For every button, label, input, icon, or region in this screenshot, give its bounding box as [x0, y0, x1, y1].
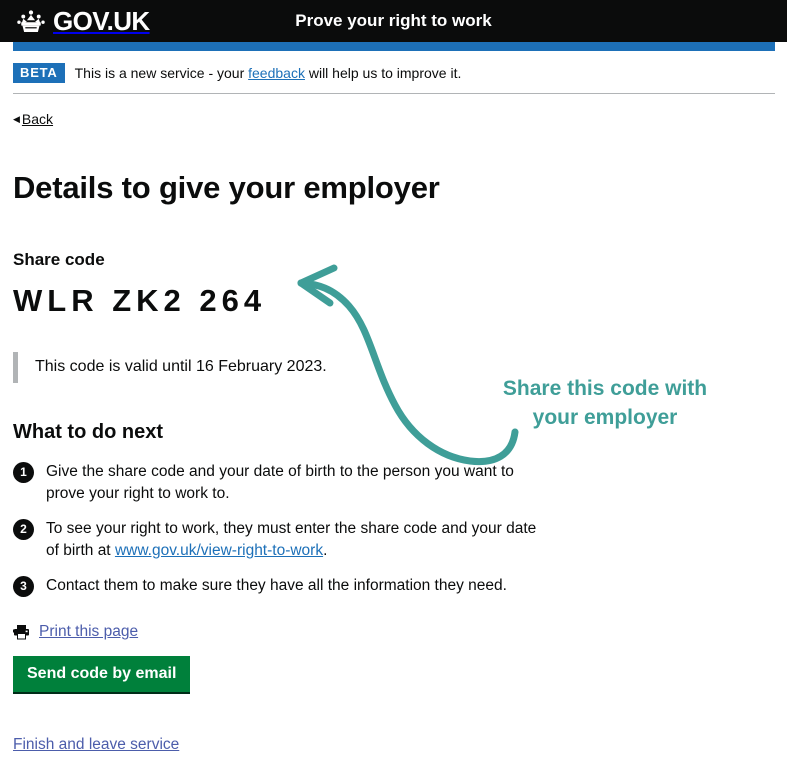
share-code-label: Share code	[13, 250, 105, 270]
phase-banner-text: This is a new service - your feedback wi…	[75, 65, 462, 81]
phase-text-before: This is a new service - your	[74, 64, 249, 81]
feedback-link[interactable]: feedback	[248, 65, 305, 81]
main-content: Details to give your employer Share code…	[13, 129, 775, 754]
phase-text-after: will help us to improve it.	[304, 64, 462, 81]
page-container: BETA This is a new service - your feedba…	[13, 42, 775, 754]
page-title: Details to give your employer	[13, 169, 440, 205]
step-text: Give the share code and your date of bir…	[46, 462, 514, 502]
list-item: 3 Contact them to make sure they have all…	[13, 575, 546, 597]
view-right-to-work-link[interactable]: www.gov.uk/view-right-to-work	[115, 542, 323, 559]
govuk-header: GOV.UK Prove your right to work	[0, 0, 787, 42]
what-to-do-next-heading: What to do next	[13, 420, 163, 443]
validity-text: This code is valid until 16 February 202…	[35, 358, 327, 376]
step-text: Contact them to make sure they have all …	[46, 576, 507, 594]
steps-list: 1 Give the share code and your date of bi…	[13, 461, 775, 597]
service-name-text[interactable]: Prove your right to work	[295, 11, 491, 30]
list-item: 2 To see your right to work, they must en…	[13, 518, 546, 562]
back-link[interactable]: ◀ Back	[13, 111, 53, 127]
step-number-badge: 2	[13, 518, 34, 540]
validity-inset-text: This code is valid until 16 February 202…	[13, 352, 775, 383]
print-page-row[interactable]: Print this page	[13, 623, 775, 641]
step-number-badge: 1	[13, 461, 34, 483]
back-link-label: Back	[21, 110, 54, 127]
govuk-logo-text: GOV.UK	[53, 6, 150, 36]
finish-link-container: Finish and leave service	[13, 736, 775, 754]
brand-blue-bar	[13, 42, 775, 51]
share-code-value: WLR ZK2 264	[13, 283, 267, 319]
back-link-container: ◀ Back	[13, 94, 775, 129]
phase-tag-beta: BETA	[13, 63, 65, 83]
step-text-after: .	[323, 541, 328, 559]
printer-icon	[13, 624, 29, 640]
finish-and-leave-service-link[interactable]: Finish and leave service	[13, 736, 179, 753]
print-this-page-link[interactable]: Print this page	[39, 623, 138, 641]
send-code-by-email-button[interactable]: Send code by email	[13, 655, 191, 692]
crown-icon	[17, 10, 45, 32]
phase-banner: BETA This is a new service - your feedba…	[13, 51, 775, 94]
step-number-badge: 3	[13, 575, 34, 597]
list-item: 1 Give the share code and your date of bi…	[13, 461, 546, 505]
back-caret-icon: ◀	[13, 114, 20, 125]
govuk-logo-link[interactable]: GOV.UK	[14, 8, 150, 34]
